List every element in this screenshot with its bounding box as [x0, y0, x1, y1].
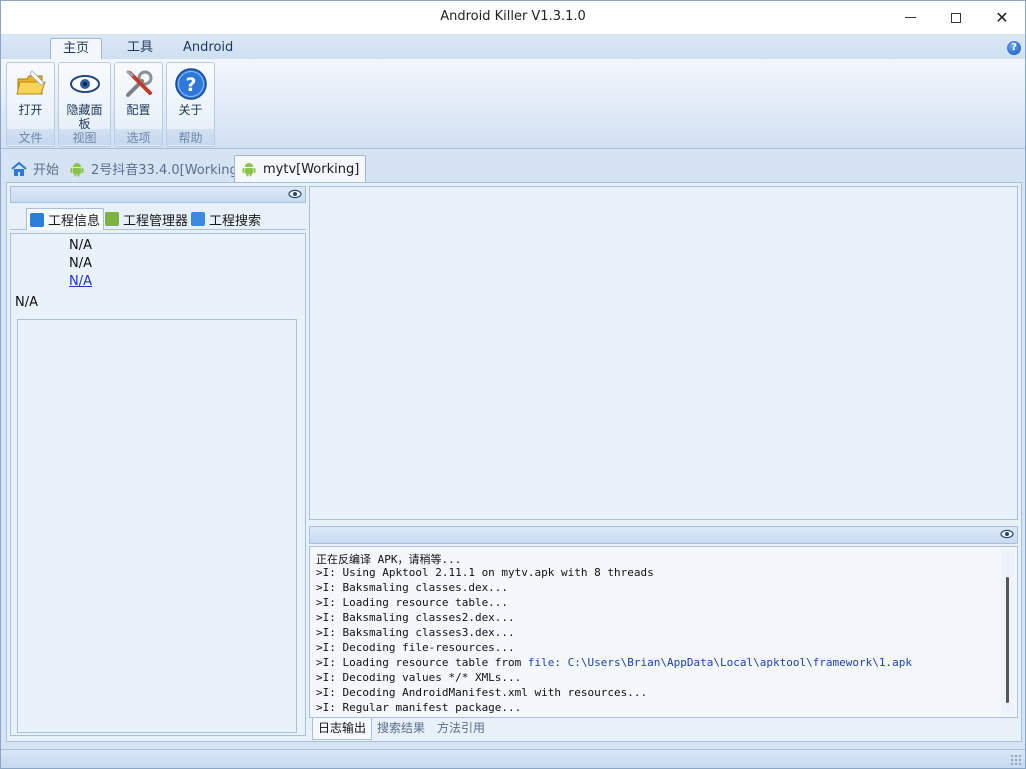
group-label-file: 文件 — [7, 129, 54, 145]
hide-panel-button-label: 隐藏面板 — [66, 103, 103, 131]
log-line: >I: Decoding values */* XMLs... — [316, 671, 522, 684]
doc-tab-label: 2号抖音33.4.0[Working] — [91, 163, 243, 178]
log-line: >I: Loading resource table... — [316, 596, 509, 609]
log-line: >I: Baksmaling classes2.dex... — [316, 611, 515, 624]
subtab-project-search[interactable]: 工程搜索 — [188, 208, 264, 230]
ribbon-tab-android[interactable]: Android — [171, 38, 245, 59]
android-icon — [242, 163, 256, 177]
ribbon-group-options: 配置 选项 — [114, 62, 163, 147]
svg-text:?: ? — [185, 74, 196, 96]
ribbon-group-view: 隐藏面板 视图 — [58, 62, 111, 147]
log-line-text: >I: Loading resource table from — [316, 656, 528, 669]
log-line: >I: Loading resource table from file: C:… — [316, 656, 912, 669]
help-icon[interactable]: ? — [1007, 41, 1021, 55]
android-icon — [105, 212, 119, 226]
log-scrollbar[interactable] — [1001, 549, 1015, 715]
eye-icon[interactable] — [288, 189, 302, 199]
minimize-icon — [904, 17, 916, 18]
ribbon-tab-home[interactable]: 主页 — [50, 38, 103, 59]
doc-tab-mytv[interactable]: mytv[Working] — [234, 155, 367, 182]
close-button[interactable]: ✕ — [979, 1, 1025, 34]
config-button[interactable]: 配置 — [115, 63, 162, 131]
open-button[interactable]: 打开 — [7, 63, 54, 131]
log-line: >I: Baksmaling classes3.dex... — [316, 626, 515, 639]
group-label-help: 帮助 — [167, 129, 214, 145]
ribbon: 打开 文件 隐藏面板 视图 配置 选项 ? 关于 帮助 — [1, 59, 1025, 149]
info-link[interactable]: N/A — [69, 274, 92, 289]
editor-area[interactable] — [309, 186, 1018, 520]
eye-icon — [69, 75, 100, 93]
hide-panel-button[interactable]: 隐藏面板 — [59, 63, 110, 131]
log-line: 正在反编译 APK，请稍等... — [316, 553, 462, 566]
android-icon — [70, 162, 84, 176]
subtab-project-info[interactable]: 工程信息 — [26, 208, 105, 230]
doc-tab-douyin[interactable]: 2号抖音33.4.0[Working] — [63, 155, 249, 182]
doc-tab-label: 开始 — [33, 163, 60, 178]
subtab-label: 工程信息 — [48, 214, 101, 229]
group-label-view: 视图 — [59, 129, 110, 145]
log-line: >I: Decoding file-resources... — [316, 641, 515, 654]
project-info-box: N/A N/A N/A N/A — [10, 233, 306, 736]
subtab-label: 工程搜索 — [209, 213, 262, 229]
log-scrollbar-thumb[interactable] — [1006, 577, 1009, 703]
title-bar[interactable]: Android Killer V1.3.1.0 ✕ — [1, 1, 1025, 34]
tab-log-output[interactable]: 日志输出 — [312, 718, 373, 740]
window-title: Android Killer V1.3.1.0 — [440, 9, 586, 24]
workspace: 工程信息 工程管理器 工程搜索 N/A N/A N/A N/A 正在反编译 AP… — [6, 182, 1022, 742]
tab-method-references[interactable]: 方法引用 — [432, 718, 490, 740]
maximize-button[interactable] — [933, 1, 979, 34]
about-button[interactable]: ? 关于 — [167, 63, 214, 131]
subtab-project-manager[interactable]: 工程管理器 — [102, 208, 191, 230]
info-icon — [30, 212, 44, 227]
log-output[interactable]: 正在反编译 APK，请稍等... >I: Using Apktool 2.11.… — [309, 546, 1018, 718]
project-panel: 工程信息 工程管理器 工程搜索 N/A N/A N/A N/A — [10, 186, 306, 740]
log-line: >I: Regular manifest package... — [316, 701, 522, 714]
app-window: Android Killer V1.3.1.0 ✕ 主页 工具 Android … — [0, 0, 1026, 769]
tools-icon — [125, 69, 152, 97]
status-bar — [1, 749, 1025, 768]
log-line: >I: Using Apktool 2.11.1 on mytv.apk wit… — [316, 566, 654, 579]
open-folder-icon — [15, 70, 46, 95]
log-panel-header — [309, 526, 1018, 544]
ribbon-tab-tools[interactable]: 工具 — [115, 38, 165, 59]
log-line: >I: Decoding AndroidManifest.xml with re… — [316, 686, 648, 699]
ribbon-group-help: ? 关于 帮助 — [166, 62, 215, 147]
info-value: N/A — [15, 295, 38, 310]
open-button-label: 打开 — [18, 103, 43, 117]
about-help-icon: ? — [174, 68, 207, 100]
log-line: >I: Baksmaling classes.dex... — [316, 581, 509, 594]
info-value: N/A — [69, 238, 92, 253]
ribbon-tab-bar: 主页 工具 Android ? — [1, 35, 1025, 59]
project-subtab-bar: 工程信息 工程管理器 工程搜索 — [10, 206, 306, 230]
app-icon-box — [17, 319, 297, 733]
doc-tab-start[interactable]: 开始 — [5, 155, 65, 182]
log-tab-bar: 日志输出 搜索结果 方法引用 — [309, 718, 1018, 740]
resize-grip[interactable] — [1010, 754, 1022, 766]
close-icon: ✕ — [995, 8, 1009, 27]
info-value: N/A — [69, 256, 92, 271]
home-icon — [11, 161, 27, 176]
subtab-label: 工程管理器 — [123, 213, 189, 229]
search-icon — [191, 212, 205, 226]
project-panel-header — [10, 186, 306, 203]
config-button-label: 配置 — [126, 103, 151, 117]
group-label-options: 选项 — [115, 129, 162, 145]
minimize-button[interactable] — [887, 1, 933, 34]
doc-tab-label: mytv[Working] — [263, 161, 360, 177]
tab-search-results[interactable]: 搜索结果 — [372, 718, 430, 740]
document-tab-bar: 开始 2号抖音33.4.0[Working] mytv[Working] — [1, 151, 1025, 183]
log-panel: 正在反编译 APK，请稍等... >I: Using Apktool 2.11.… — [309, 526, 1018, 740]
about-button-label: 关于 — [178, 103, 203, 117]
ribbon-group-file: 打开 文件 — [6, 62, 55, 147]
eye-icon[interactable] — [1000, 529, 1014, 539]
maximize-icon — [951, 12, 961, 23]
log-file-link[interactable]: file: C:\Users\Brian\AppData\Local\apkto… — [528, 656, 912, 669]
